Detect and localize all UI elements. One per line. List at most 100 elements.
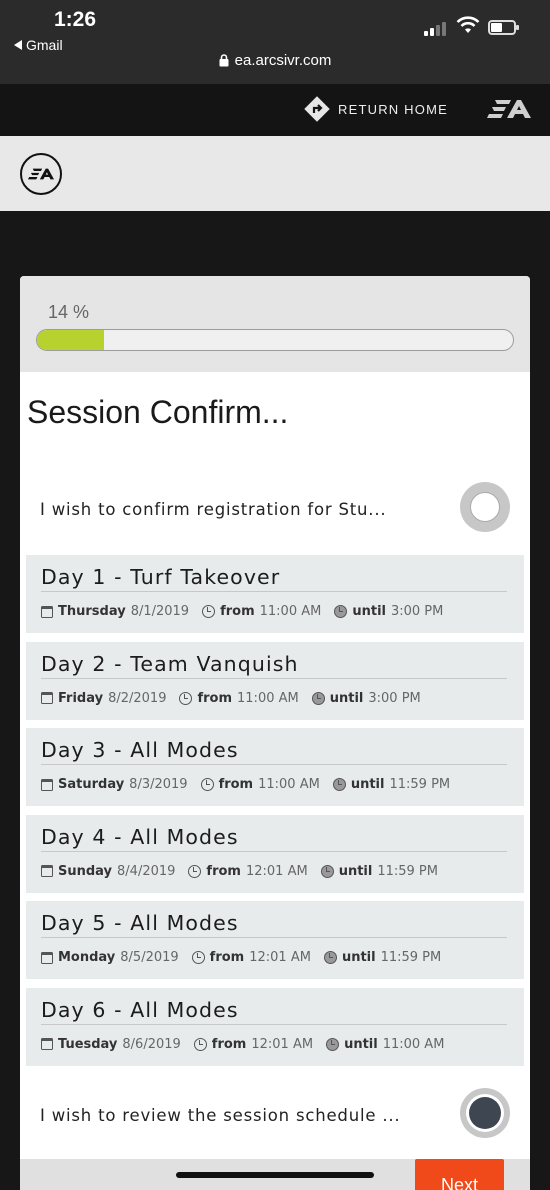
- status-bar: 1:26 Gmail ea.arcsivr.com: [0, 0, 550, 84]
- until-time: 11:59 PM: [377, 863, 438, 879]
- date-segment: Sunday 8/4/2019: [41, 864, 175, 879]
- session-card: 14 % Session Confirm... I wish to confir…: [20, 276, 530, 1190]
- date-segment: Saturday 8/3/2019: [41, 777, 188, 792]
- from-segment: from 12:01 AM: [191, 950, 311, 965]
- day-date: 8/1/2019: [130, 604, 190, 619]
- divider: [41, 1023, 507, 1025]
- ea-logo-mark: [28, 168, 54, 180]
- confirm-registration-radio[interactable]: [460, 482, 510, 532]
- next-button[interactable]: Next: [415, 1159, 504, 1190]
- day-weekday: Saturday: [58, 777, 125, 792]
- review-schedule-radio[interactable]: [460, 1088, 510, 1138]
- day-date: 8/5/2019: [120, 950, 179, 965]
- divider: [41, 764, 507, 765]
- ea-circle-logo[interactable]: [20, 153, 62, 195]
- calendar-icon: [41, 605, 53, 618]
- wifi-icon: [456, 16, 480, 33]
- day-title: Day 5 - All Modes: [41, 911, 239, 935]
- day-weekday: Friday: [58, 690, 104, 706]
- until-segment: until 11:59 PM: [323, 950, 442, 965]
- day-meta: Saturday 8/3/2019 from 11:00 AM until 11…: [41, 777, 463, 792]
- session-day-item: Day 5 - All Modes Monday 8/5/2019 from 1…: [26, 901, 524, 979]
- session-day-item: Day 4 - All Modes Sunday 8/4/2019 from 1…: [26, 814, 524, 893]
- day-weekday: Sunday: [58, 863, 113, 879]
- battery-icon: [488, 20, 519, 35]
- day-weekday: Tuesday: [58, 1036, 118, 1052]
- cellular-signal-icon: [424, 20, 446, 36]
- session-day-item: Day 6 - All Modes Tuesday 8/6/2019 from …: [26, 987, 524, 1066]
- divider: [41, 591, 507, 592]
- from-segment: from 11:00 AM: [179, 690, 299, 706]
- return-arrow-icon: [304, 96, 330, 122]
- radio-inner: [470, 492, 500, 522]
- day-title: Day 1 - Turf Takeover: [41, 565, 281, 589]
- calendar-icon: [41, 951, 53, 964]
- calendar-icon: [41, 865, 53, 877]
- day-title: Day 6 - All Modes: [41, 997, 239, 1022]
- brand-bar: [0, 136, 550, 211]
- return-home-link[interactable]: RETURN HOME: [304, 96, 448, 122]
- date-segment: Thursday 8/1/2019: [41, 604, 189, 619]
- day-date: 8/6/2019: [122, 1036, 181, 1052]
- until-segment: until 11:59 PM: [332, 777, 450, 792]
- from-label: from: [220, 604, 255, 619]
- day-meta: Friday 8/2/2019 from 11:00 AM until 3:00…: [41, 691, 434, 706]
- confirm-registration-label: I wish to confirm registration for Stu..…: [40, 500, 387, 519]
- day-date: 8/2/2019: [108, 690, 167, 706]
- clock-end-icon: [326, 1037, 340, 1051]
- until-segment: until 11:59 PM: [320, 863, 438, 879]
- until-label: until: [350, 777, 385, 792]
- until-segment: until 3:00 PM: [311, 691, 421, 706]
- clock-icon: [188, 864, 202, 878]
- day-meta: Sunday 8/4/2019 from 12:01 AM until 11:5…: [41, 864, 451, 879]
- from-label: from: [206, 863, 241, 879]
- from-label: from: [211, 1036, 247, 1052]
- clock-icon: [191, 951, 205, 964]
- day-meta: Tuesday 8/6/2019 from 12:01 AM until 11:…: [41, 1037, 457, 1052]
- day-title: Day 3 - All Modes: [41, 738, 239, 762]
- until-label: until: [352, 604, 386, 619]
- clock-icon: [200, 778, 214, 791]
- date-segment: Tuesday 8/6/2019: [41, 1037, 181, 1052]
- radio-selected-dot: [469, 1097, 501, 1129]
- until-label: until: [338, 863, 373, 879]
- from-time: 11:00 AM: [237, 690, 299, 706]
- from-time: 11:00 AM: [259, 604, 322, 619]
- day-meta: Monday 8/5/2019 from 12:01 AM until 11:5…: [41, 950, 454, 965]
- day-date: 8/4/2019: [117, 863, 176, 879]
- radio-inner: [466, 1094, 504, 1132]
- calendar-icon: [41, 1038, 53, 1050]
- divider: [41, 850, 507, 852]
- day-title: Day 2 - Team Vanquish: [41, 651, 299, 676]
- session-day-item: Day 3 - All Modes Saturday 8/3/2019 from…: [26, 728, 524, 806]
- back-to-app-link[interactable]: Gmail: [14, 37, 63, 53]
- lock-icon: [219, 54, 229, 67]
- from-segment: from 12:01 AM: [193, 1036, 313, 1052]
- progress-section: 14 %: [20, 276, 530, 372]
- ea-logo[interactable]: [487, 98, 531, 120]
- until-time: 11:00 AM: [382, 1036, 445, 1052]
- from-segment: from 11:00 AM: [202, 604, 321, 619]
- review-schedule-label: I wish to review the session schedule ..…: [40, 1106, 401, 1125]
- day-title: Day 4 - All Modes: [41, 824, 239, 849]
- home-indicator[interactable]: [176, 1172, 374, 1178]
- day-date: 8/3/2019: [129, 777, 188, 792]
- clock-end-icon: [332, 778, 346, 791]
- until-time: 11:59 PM: [380, 950, 442, 965]
- until-label: until: [341, 950, 376, 965]
- from-time: 12:01 AM: [249, 950, 311, 965]
- until-segment: until 3:00 PM: [334, 604, 443, 619]
- page-title: Session Confirm...: [27, 394, 289, 430]
- status-time: 1:26: [54, 8, 97, 31]
- from-time: 12:01 AM: [245, 863, 308, 879]
- progress-bar-fill: [37, 330, 104, 350]
- divider: [41, 937, 507, 938]
- session-day-item: Day 1 - Turf Takeover Thursday 8/1/2019 …: [26, 555, 524, 633]
- clock-end-icon: [311, 691, 325, 705]
- calendar-icon: [41, 692, 53, 704]
- clock-end-icon: [323, 951, 337, 964]
- address-bar[interactable]: ea.arcsivr.com: [0, 52, 550, 69]
- from-segment: from 11:00 AM: [200, 777, 320, 792]
- from-label: from: [197, 690, 233, 706]
- until-label: until: [344, 1036, 378, 1052]
